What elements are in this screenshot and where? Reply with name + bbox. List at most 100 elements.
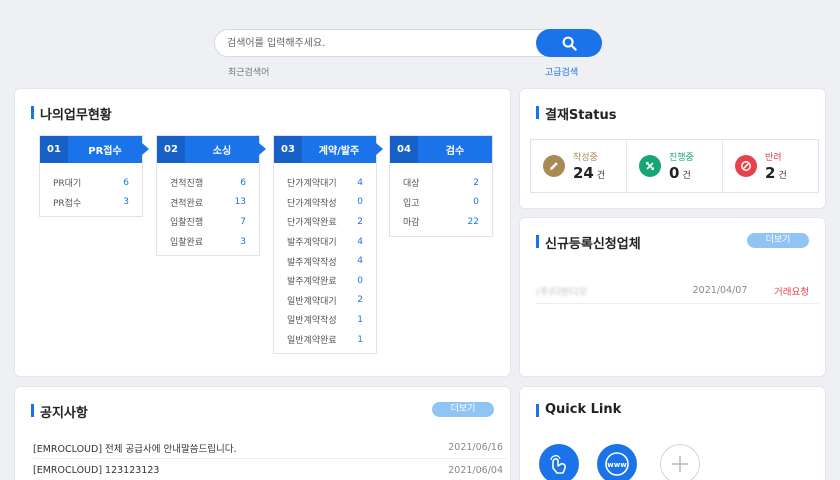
stage-row-count: 2: [473, 177, 479, 188]
quick-link-title: Quick Link: [536, 402, 621, 417]
hand-touch-icon: [550, 455, 566, 474]
list-item[interactable]: 일반계약완료 1: [274, 330, 376, 350]
approval-drafting-count: 24: [573, 164, 594, 182]
list-item[interactable]: (주)다빈디오 2021/04/07 거래요청: [536, 278, 819, 304]
list-item[interactable]: 입고 0: [390, 193, 492, 213]
stage-title: 소싱: [212, 146, 232, 157]
list-item[interactable]: 발주계약완료 0: [274, 271, 376, 291]
approval-unit: 건: [778, 171, 787, 181]
recent-search-label[interactable]: 최근검색어: [228, 65, 269, 78]
stage-row-count: 6: [123, 177, 129, 188]
list-item[interactable]: 견적완료 13: [157, 193, 259, 213]
vendor-name: (주)다빈디오: [536, 286, 588, 298]
approval-unit: 건: [596, 171, 606, 181]
search-icon: [562, 36, 577, 51]
search-input[interactable]: [227, 30, 527, 56]
stage-row-label: 견적진행: [170, 179, 204, 190]
table-row[interactable]: [EMROCLOUD] 123123123 2021/06/04: [33, 460, 507, 480]
stage-row-label: 일반계약작성: [287, 316, 337, 327]
stage-row-count: 4: [357, 177, 363, 188]
table-row[interactable]: [EMROCLOUD] 전체 공급사에 안내말씀드립니다. 2021/06/16: [33, 437, 507, 459]
stage-row-count: 0: [357, 197, 363, 208]
notice-more-button[interactable]: 더보기: [432, 402, 494, 417]
quick-link-touch[interactable]: [539, 444, 579, 480]
approval-card: 결재Status 작성중 24 건 진행중 0건 반려 2 건: [519, 88, 826, 209]
stage-header[interactable]: 03 계약/발주: [274, 136, 383, 163]
prohibited-icon: [735, 155, 757, 177]
stage-body: 견적진행 6 견적완료 13 입찰진행 7 입찰완료 3: [157, 163, 259, 255]
stage-row-label: 단가계약대기: [287, 179, 337, 190]
stage-header[interactable]: 04 검수: [390, 136, 492, 163]
list-item[interactable]: 단가계약대기 4: [274, 173, 376, 193]
vendor-date: 2021/04/07: [692, 285, 748, 296]
list-item[interactable]: PR접수 3: [40, 193, 142, 213]
quick-link-add[interactable]: [660, 444, 700, 480]
list-item[interactable]: 일반계약대기 2: [274, 291, 376, 311]
notice-row-title: [EMROCLOUD] 전체 공급사에 안내말씀드립니다.: [33, 443, 237, 455]
arrow-right-icon: [142, 143, 149, 155]
approval-drafting[interactable]: 작성중 24 건: [531, 140, 627, 192]
vendor-registration-card: 신규등록신청업체 더보기 (주)다빈디오 2021/04/07 거래요청: [519, 217, 826, 377]
stage-title: 검수: [445, 146, 465, 157]
approval-rejected-count: 2: [765, 164, 776, 182]
notice-row-title: [EMROCLOUD] 123123123: [33, 465, 160, 476]
list-item[interactable]: 대상 2: [390, 173, 492, 193]
stage-row-count: 7: [240, 216, 246, 227]
notice-row-date: 2021/06/16: [448, 442, 503, 453]
approval-rejected-label: 반려: [765, 153, 782, 163]
stage-row-count: 22: [467, 216, 479, 227]
vendor-status: 거래요청: [774, 286, 809, 298]
list-item[interactable]: 일반계약작성 1: [274, 310, 376, 330]
quick-link-web[interactable]: www: [597, 444, 637, 480]
list-item[interactable]: PR대기 6: [40, 173, 142, 193]
stage-row-label: PR접수: [53, 198, 82, 209]
arrow-right-icon: [376, 143, 383, 155]
stage-row-label: PR대기: [53, 179, 82, 190]
workflow-stage: 03 계약/발주단가계약대기 4 단가계약작성 0 단가계약완료 2 발주계약대기 4 발주계약작…: [273, 135, 383, 355]
approval-drafting-label: 작성중: [573, 153, 598, 163]
approval-in-progress-label: 진행중: [669, 153, 694, 163]
stage-title: 계약/발주: [318, 146, 360, 157]
stage-row-count: 2: [357, 295, 363, 306]
approval-title: 결재Status: [536, 104, 616, 123]
stage-row-count: 2: [357, 216, 363, 227]
stage-body: PR대기 6 PR접수 3: [40, 163, 142, 216]
advanced-search-link[interactable]: 고급검색: [545, 65, 578, 78]
list-item[interactable]: 단가계약완료 2: [274, 212, 376, 232]
stage-row-label: 발주계약완료: [287, 277, 337, 288]
workflow-stage: 04 검수대상 2 입고 0 마감 22: [389, 135, 493, 237]
list-item[interactable]: 발주계약작성 4: [274, 251, 376, 271]
list-item[interactable]: 단가계약작성 0: [274, 193, 376, 213]
vendor-more-button[interactable]: 더보기: [747, 233, 809, 248]
stage-header[interactable]: 01 PR접수: [40, 136, 149, 163]
pencil-icon: [543, 155, 565, 177]
search-box: [214, 29, 602, 57]
stage-body: 단가계약대기 4 단가계약작성 0 단가계약완료 2 발주계약대기 4 발주계약작성 4 발주계약완…: [274, 163, 376, 353]
stage-row-count: 4: [357, 256, 363, 267]
list-item[interactable]: 입찰진행 7: [157, 212, 259, 232]
list-item[interactable]: 입찰완료 3: [157, 232, 259, 252]
search-button[interactable]: [536, 29, 602, 57]
approval-in-progress-count: 0: [669, 164, 680, 182]
list-item[interactable]: 발주계약대기 4: [274, 232, 376, 252]
stage-number: 02: [157, 136, 185, 163]
stage-header[interactable]: 02 소싱: [157, 136, 266, 163]
my-work-title: 나의업무현황: [31, 104, 112, 123]
stage-row-label: 단가계약완료: [287, 218, 337, 229]
stage-row-label: 입찰진행: [170, 218, 204, 229]
stage-title: PR접수: [88, 146, 122, 157]
stage-number: 01: [40, 136, 68, 163]
stage-number: 03: [274, 136, 302, 163]
list-item[interactable]: 마감 22: [390, 212, 492, 232]
stage-row-label: 견적완료: [170, 198, 204, 209]
approval-rejected[interactable]: 반려 2건: [723, 140, 818, 192]
stage-row-label: 대상: [403, 179, 420, 190]
stage-row-count: 4: [357, 236, 363, 247]
stage-row-count: 6: [240, 177, 246, 188]
stage-number: 04: [390, 136, 418, 163]
stage-row-count: 0: [473, 197, 479, 208]
list-item[interactable]: 견적진행 6: [157, 173, 259, 193]
stage-row-count: 1: [357, 314, 363, 325]
approval-in-progress[interactable]: 진행중 0건: [627, 140, 723, 192]
stage-row-count: 3: [123, 197, 129, 208]
